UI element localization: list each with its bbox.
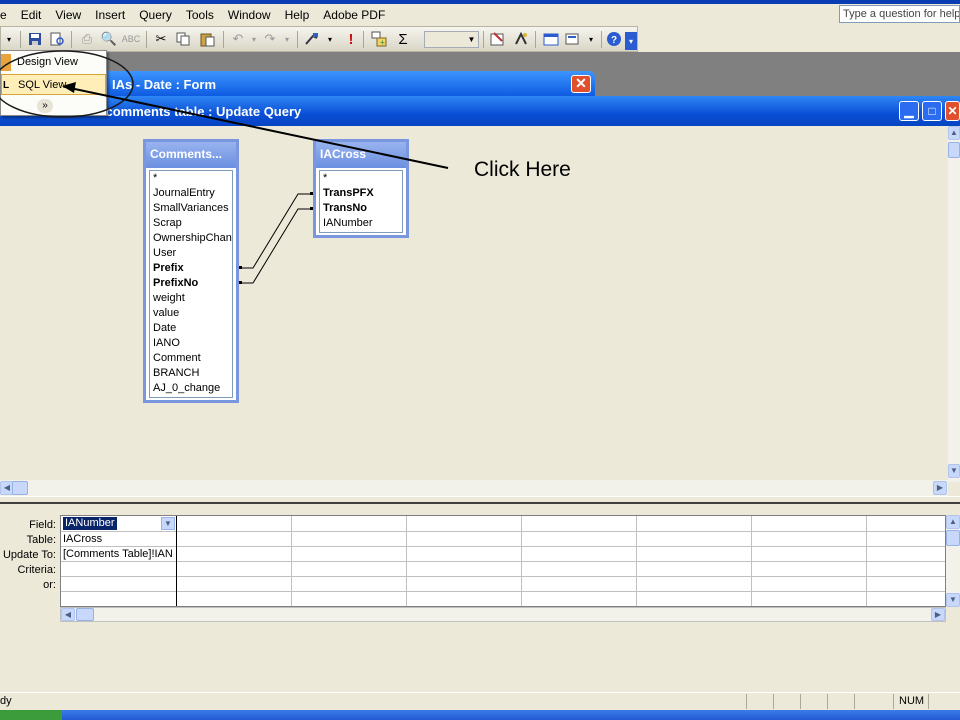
close-icon[interactable]: ✕ [945,101,960,121]
num-lock-indicator: NUM [899,695,925,707]
status-bar: dy NUM [0,692,960,711]
scroll-right-icon[interactable]: ▶ [931,608,945,621]
diagram-vertical-scrollbar[interactable]: ▲ ▼ [948,126,960,482]
minimize-icon[interactable]: ▁ [899,101,919,121]
scroll-thumb[interactable] [76,608,94,621]
show-table-icon[interactable]: + [370,30,388,48]
status-panel [827,694,854,709]
start-button[interactable] [0,710,62,720]
menu-help[interactable]: Help [278,5,317,25]
scroll-up-icon[interactable]: ▲ [948,126,960,140]
view-dropdown-menu: Design View L SQL View » [0,50,107,116]
status-panel [928,694,959,709]
scroll-thumb[interactable] [12,481,28,495]
redo-dropdown-icon[interactable]: ▾ [278,30,296,48]
row-label-update-to: Update To: [2,549,56,561]
sum-icon[interactable]: Σ [394,30,412,48]
query-design-grid[interactable]: IANumber ▼ IACross [Comments Table]!IAN [60,515,946,607]
cut-icon[interactable]: ✂ [152,30,170,48]
row-label-criteria: Criteria: [17,564,56,576]
menu-bar: e Edit View Insert Query Tools Window He… [0,4,960,25]
menu-item-label: SQL View [18,79,67,91]
save-icon[interactable] [26,30,44,48]
query-type-dropdown-icon[interactable]: ▾ [321,30,339,48]
scroll-up-icon[interactable]: ▲ [946,515,960,529]
menu-view[interactable]: View [48,5,88,25]
svg-text:?: ? [611,35,617,46]
menu-edit[interactable]: Edit [14,5,49,25]
form-window-title: IAs - Date : Form [112,77,217,92]
design-grid-pane: Field: Table: Update To: Criteria: or: I… [0,506,960,640]
menu-tools[interactable]: Tools [179,5,221,25]
row-label-or: or: [43,579,56,591]
toolbar-options-icon[interactable]: ▾ [625,32,637,50]
ask-question-input[interactable]: Type a question for help [839,5,960,23]
chevron-down-icon[interactable]: ▼ [161,517,175,530]
field-combo[interactable]: IANumber ▼ [63,517,175,530]
query-window-titlebar[interactable]: ...no in comments table : Update Query ▁… [0,96,960,126]
run-icon[interactable]: ! [342,30,360,48]
top-values-combo[interactable]: ▼ [424,31,479,48]
redo-icon[interactable]: ↷ [261,30,279,48]
pane-splitter[interactable] [0,496,960,504]
builder-icon[interactable] [512,30,530,48]
status-panel [800,694,827,709]
view-dropdown-arrow-icon[interactable]: ▾ [3,30,15,48]
field-value[interactable]: IANumber [63,517,117,530]
svg-text:+: + [380,38,385,47]
new-object-dropdown-icon[interactable]: ▾ [582,30,600,48]
table-cell[interactable]: IACross [61,532,175,546]
scroll-down-icon[interactable]: ▼ [946,593,960,607]
menu-item-design-view[interactable]: Design View [1,52,106,73]
taskbar [0,710,960,720]
row-label-table: Table: [26,534,56,546]
menu-window[interactable]: Window [221,5,278,25]
status-panel [746,694,773,709]
design-view-icon [1,54,11,71]
scroll-down-icon[interactable]: ▼ [948,464,960,478]
grid-vertical-scrollbar[interactable]: ▲ ▼ [946,515,960,607]
grid-horizontal-scrollbar[interactable]: ◀ ▶ [60,607,946,622]
file-search-icon[interactable] [48,30,66,48]
scroll-left-icon[interactable]: ◀ [61,608,75,621]
row-label-field: Field: [29,519,56,531]
print-preview-icon[interactable]: 🔍 [100,30,118,48]
sql-view-icon: L [3,80,10,91]
criteria-cell[interactable] [61,562,175,576]
scroll-right-icon[interactable]: ▶ [933,481,947,495]
print-icon[interactable]: ⎙ [78,30,96,48]
menu-item-sql-view[interactable]: L SQL View [1,74,106,95]
query-type-icon[interactable] [303,30,321,48]
scroll-thumb[interactable] [948,142,960,158]
menu-insert[interactable]: Insert [88,5,132,25]
status-panel [854,694,893,709]
paste-icon[interactable] [198,30,216,48]
or-cell[interactable] [61,577,175,591]
menu-file[interactable]: e [0,5,14,25]
diagram-horizontal-scrollbar[interactable]: ◀ ▶ [0,480,948,496]
query-design-toolbar: ▾ ⎙ 🔍 ABC ✂ ↶ ▾ ↷ ▾ ▾ ! + Σ ▼ ▾ ? ▾ [0,26,638,52]
menu-query[interactable]: Query [132,5,179,25]
expand-menu-icon[interactable]: » [37,99,53,113]
new-object-icon[interactable] [564,30,582,48]
close-icon[interactable]: ✕ [571,75,591,93]
callout-text: Click Here [474,158,571,181]
update-to-cell[interactable]: [Comments Table]!IAN [61,547,175,561]
form-window[interactable]: IAs - Date : Form ✕ [96,71,595,97]
help-icon[interactable]: ? [605,30,623,48]
maximize-icon[interactable]: □ [922,101,942,121]
scroll-thumb[interactable] [946,530,960,546]
menu-item-label: Design View [17,56,78,68]
chevron-down-icon: ▼ [467,35,476,44]
properties-icon[interactable] [489,30,507,48]
status-panel [773,694,800,709]
database-window-icon[interactable] [542,30,560,48]
spelling-icon[interactable]: ABC [122,30,141,48]
menu-adobe-pdf[interactable]: Adobe PDF [316,5,392,25]
status-text: dy [0,695,12,707]
copy-icon[interactable] [174,30,192,48]
